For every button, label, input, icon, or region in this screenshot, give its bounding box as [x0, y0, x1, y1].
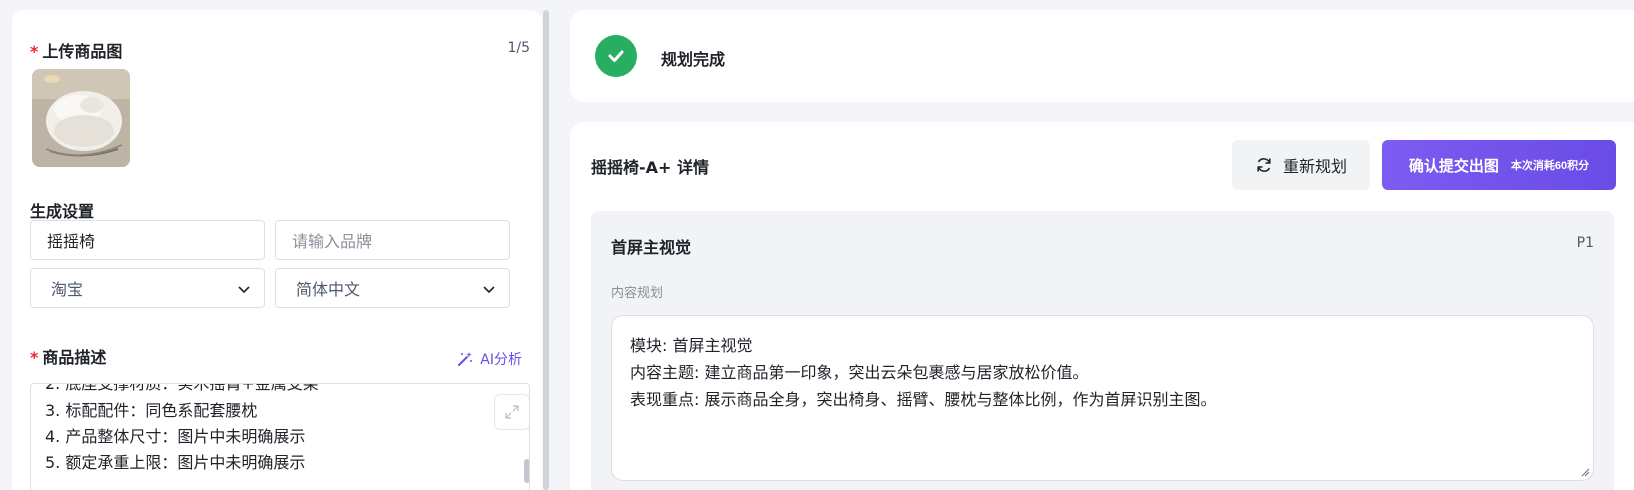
detail-card: 摇摇椅-A+ 详情 重新规划 确认提交出图 本次消耗60积分 首屏主视觉 P1 …: [570, 122, 1634, 490]
platform-select[interactable]: 淘宝: [30, 268, 265, 308]
plan-line: 表现重点: 展示商品全身，突出椅身、摇臂、腰枕与整体比例，作为首屏识别主图。: [630, 390, 1217, 409]
resize-grip-icon[interactable]: [1580, 467, 1590, 477]
product-name-value: 摇摇椅: [47, 232, 96, 251]
description-title-text: 商品描述: [42, 348, 107, 367]
plan-label: 内容规划: [611, 286, 664, 301]
refresh-icon: [1257, 158, 1271, 172]
module-card: 首屏主视觉 P1 内容规划 模块: 首屏主视觉 内容主题: 建立商品第一印象，突…: [591, 211, 1614, 490]
required-mark: *: [30, 42, 39, 61]
status-text: 规划完成: [661, 50, 726, 69]
expand-icon: [505, 405, 519, 419]
plan-line: 模块: 首屏主视觉: [630, 336, 753, 355]
ai-analysis-link[interactable]: AI分析: [456, 349, 522, 369]
description-title: * 商品描述: [30, 344, 106, 368]
description-textarea[interactable]: 2. 底座支撑材质：实木摇臂+金属支架 3. 标配配件：同色系配套腰枕 4. 产…: [30, 383, 530, 490]
left-panel-scrollbar[interactable]: [543, 10, 549, 490]
product-thumbnail[interactable]: [32, 69, 130, 167]
left-panel: * 上传商品图 1/5 生成设置 摇摇椅 请输入品牌 淘宝 简体中文 * 商品描…: [12, 10, 542, 490]
brand-input[interactable]: 请输入品牌: [275, 220, 510, 260]
submit-cost: 本次消耗60积分: [1510, 160, 1590, 172]
app-root: * 上传商品图 1/5 生成设置 摇摇椅 请输入品牌 淘宝 简体中文 * 商品描…: [0, 0, 1634, 490]
check-icon: [595, 35, 637, 77]
description-line: 4. 产品整体尺寸：图片中未明确展示: [45, 427, 306, 446]
ai-analysis-label: AI分析: [480, 352, 522, 368]
expand-button[interactable]: [494, 394, 529, 430]
required-mark: *: [30, 348, 39, 367]
description-line: 2. 底座支撑材质：实木摇臂+金属支架: [45, 383, 319, 393]
chevron-down-icon: [238, 286, 250, 294]
upload-title-text: 上传商品图: [42, 42, 123, 61]
settings-title: 生成设置: [30, 202, 95, 221]
brand-placeholder: 请输入品牌: [292, 232, 373, 251]
status-card: 规划完成: [570, 10, 1634, 102]
submit-label: 确认提交出图: [1408, 157, 1499, 175]
magic-wand-icon: [458, 352, 473, 366]
product-name-input[interactable]: 摇摇椅: [30, 220, 265, 260]
language-value: 简体中文: [296, 280, 361, 299]
chevron-down-icon: [483, 286, 495, 294]
rocking-chair-image: [32, 69, 130, 167]
upload-title: * 上传商品图: [30, 38, 122, 62]
module-title: 首屏主视觉: [611, 238, 692, 257]
replan-label: 重新规划: [1282, 159, 1347, 176]
description-line: 5. 额定承重上限：图片中未明确展示: [45, 453, 306, 472]
upload-count: 1/5: [507, 40, 530, 56]
platform-value: 淘宝: [51, 280, 84, 299]
module-page: P1: [1576, 235, 1594, 251]
language-select[interactable]: 简体中文: [275, 268, 510, 308]
description-line: 3. 标配配件：同色系配套腰枕: [45, 401, 258, 420]
plan-line: 内容主题: 建立商品第一印象，突出云朵包裹感与居家放松价值。: [630, 363, 1089, 382]
plan-textarea[interactable]: 模块: 首屏主视觉 内容主题: 建立商品第一印象，突出云朵包裹感与居家放松价值。…: [611, 315, 1594, 481]
replan-button[interactable]: 重新规划: [1232, 140, 1370, 190]
submit-button[interactable]: 确认提交出图 本次消耗60积分: [1382, 140, 1616, 190]
description-scrollbar[interactable]: [524, 459, 529, 483]
detail-title: 摇摇椅-A+ 详情: [591, 158, 710, 177]
